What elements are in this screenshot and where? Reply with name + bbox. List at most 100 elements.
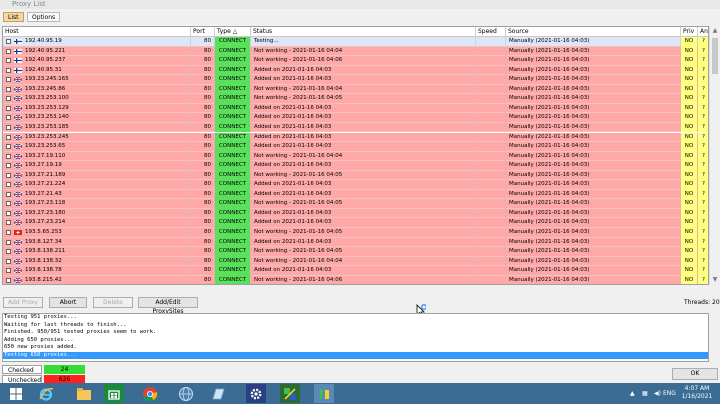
col-port[interactable]: Port [191,27,215,37]
table-row[interactable]: 193.5.65.253 80 CONNECT Not working - 2021-… [3,228,708,238]
row-checkbox[interactable] [6,124,11,130]
row-checkbox[interactable] [6,220,11,226]
volume-tray-icon[interactable]: ◀) [654,383,661,404]
row-checkbox[interactable] [6,172,11,178]
table-row[interactable]: 192.40.95.19 80 CONNECT Testing... Manually … [3,37,708,47]
table-row[interactable]: 193.27.19.19 80 CONNECT Added on 2021-01-16… [3,161,708,171]
notepad-icon[interactable] [208,384,228,403]
status-cell: Added on 2021-01-16 04:03 [251,65,476,76]
table-row[interactable]: 193.8.138.211 80 CONNECT Not working - 2021… [3,247,708,257]
priv-cell: NO [681,37,698,47]
table-row[interactable]: 193.27.23.180 80 CONNECT Added on 2021-01-1… [3,208,708,219]
table-row[interactable]: 192.40.95.31 80 CONNECT Added on 2021-01-16… [3,65,708,76]
row-checkbox[interactable] [6,249,11,255]
chrome-icon[interactable] [140,384,160,403]
table-row[interactable]: 193.27.23.214 80 CONNECT Added on 2021-01-1… [3,218,708,228]
row-checkbox[interactable] [6,134,11,140]
speed-cell [476,266,506,276]
log-output[interactable]: Testing 951 proxies... Waiting for last t… [2,313,709,362]
table-row[interactable]: 193.23.253.245 80 CONNECT Added on 2021-01-… [3,132,708,142]
table-row[interactable]: 193.23.245.86 80 CONNECT Not working - 2021… [3,84,708,95]
scroll-up-icon[interactable]: ▲ [711,27,719,35]
file-explorer-icon[interactable] [74,384,94,403]
priv-cell: NO [681,94,698,104]
type-cell: CONNECT [215,228,251,238]
row-checkbox[interactable] [6,144,11,150]
table-row[interactable]: 193.27.19.110 80 CONNECT Not working - 2021… [3,151,708,162]
host-cell: 193.5.65.253 [3,228,191,238]
row-checkbox[interactable] [6,115,11,121]
table-row[interactable]: 193.27.21.224 80 CONNECT Added on 2021-01-1… [3,180,708,190]
col-source[interactable]: Source [506,27,681,37]
table-row[interactable]: 193.23.245.165 80 CONNECT Added on 2021-01-… [3,75,708,85]
tray-clock[interactable]: 4:07 AM 1/16/2021 [678,385,716,401]
row-checkbox[interactable] [6,182,11,188]
network-globe-icon[interactable] [176,384,196,403]
col-status[interactable]: Status [251,27,476,37]
col-ano[interactable]: Ano [698,27,708,37]
internet-explorer-icon[interactable] [36,384,56,403]
table-row[interactable]: 193.23.253.129 80 CONNECT Added on 2021-01-… [3,103,708,114]
table-row[interactable]: 192.40.95.237 80 CONNECT Not working - 2021… [3,56,708,66]
row-checkbox[interactable] [6,230,11,235]
row-checkbox[interactable] [6,277,11,283]
ano-cell: ? [698,46,708,57]
table-row[interactable]: 193.8.138.78 80 CONNECT Added on 2021-01-16… [3,266,708,276]
table-row[interactable]: 193.8.215.42 80 CONNECT Not working - 2021-… [3,275,708,284]
table-row[interactable]: 193.27.21.189 80 CONNECT Not working - 2021… [3,170,708,181]
tab-list[interactable]: List [3,12,24,22]
row-checkbox[interactable] [6,105,11,111]
col-speed[interactable]: Speed [476,27,506,37]
add-proxy-button[interactable]: Add Proxy [3,297,43,308]
table-row[interactable]: 193.23.253.65 80 CONNECT Added on 2021-01-1… [3,142,708,152]
table-row[interactable]: 193.8.127.34 80 CONNECT Added on 2021-01-16… [3,237,708,248]
col-priv[interactable]: Priv [681,27,698,37]
row-checkbox[interactable] [6,58,11,64]
abort-button[interactable]: Abort [49,297,87,308]
table-row[interactable]: 192.40.95.221 80 CONNECT Not working - 2021… [3,46,708,57]
table-row[interactable]: 193.27.23.118 80 CONNECT Not working - 2021… [3,199,708,209]
row-checkbox[interactable] [6,268,11,274]
ok-button[interactable]: OK [672,368,718,380]
scroll-down-icon[interactable]: ▼ [711,276,719,284]
row-checkbox[interactable] [6,96,11,102]
scroll-thumb[interactable] [712,38,718,74]
row-checkbox[interactable] [6,201,11,207]
ano-cell: ? [698,247,708,257]
row-checkbox[interactable] [6,191,11,197]
tray-arrow-icon[interactable]: ▲ [630,383,635,404]
row-checkbox[interactable] [6,67,11,73]
network-tray-icon[interactable]: ▦ [642,383,648,404]
store-icon[interactable] [104,384,124,403]
table-row[interactable]: 193.27.21.43 80 CONNECT Added on 2021-01-16… [3,189,708,200]
priv-cell: NO [681,237,698,248]
settings-gear-icon[interactable] [246,384,266,403]
row-checkbox[interactable] [6,239,11,245]
row-checkbox[interactable] [6,77,11,83]
vertical-scrollbar[interactable]: ▲ ▼ [709,26,719,285]
proxy-table[interactable]: Host Port Type △ Status Speed Source Pri… [2,26,709,285]
type-cell: CONNECT [215,46,251,57]
tab-options[interactable]: Options [27,12,61,22]
language-indicator[interactable]: ENG [663,383,676,404]
active-app-icon[interactable] [314,384,334,403]
row-checkbox[interactable] [6,48,11,54]
row-checkbox[interactable] [6,163,11,169]
row-checkbox[interactable] [6,210,11,216]
proxy-tool-icon[interactable] [280,384,300,403]
row-checkbox[interactable] [6,153,11,159]
add-edit-proxysites-button[interactable]: Add/Edit ProxySites [138,297,198,315]
row-checkbox[interactable] [6,86,11,92]
row-checkbox[interactable] [6,258,11,264]
status-cell: Not working - 2021-01-16 04:05 [251,170,476,181]
table-row[interactable]: 193.23.253.140 80 CONNECT Added on 2021-01-… [3,113,708,123]
table-row[interactable]: 193.8.138.32 80 CONNECT Not working - 2021-… [3,256,708,267]
table-row[interactable]: 193.23.253.185 80 CONNECT Added on 2021-01-… [3,122,708,133]
port-cell: 80 [191,94,215,104]
start-button[interactable] [6,384,26,403]
col-type[interactable]: Type △ [215,27,251,37]
col-host[interactable]: Host [3,27,191,37]
delete-button[interactable]: Delete [93,297,133,308]
table-row[interactable]: 193.23.253.100 80 CONNECT Not working - 202… [3,94,708,104]
row-checkbox[interactable] [6,39,11,44]
